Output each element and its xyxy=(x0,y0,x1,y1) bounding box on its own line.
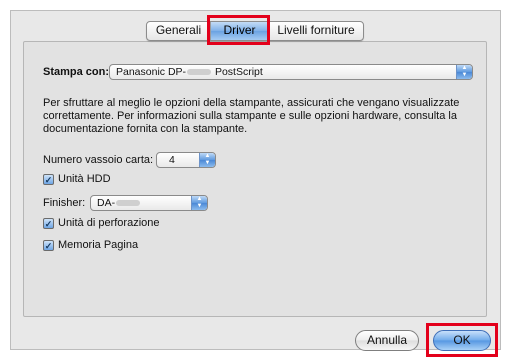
cancel-button[interactable]: Annulla xyxy=(355,330,419,351)
tab-bar: Generali Driver Livelli forniture xyxy=(146,21,364,41)
tab-generali[interactable]: Generali xyxy=(147,22,211,40)
printer-select-value: Panasonic DP- PostScript xyxy=(116,66,263,78)
updown-arrows-icon: ▲ ▼ xyxy=(199,153,215,167)
tab-livelli-forniture[interactable]: Livelli forniture xyxy=(269,22,363,40)
hdd-checkbox[interactable]: ✓ Unità HDD xyxy=(43,172,111,186)
checkmark-icon: ✓ xyxy=(43,239,54,251)
hdd-label: Unità HDD xyxy=(58,173,111,185)
finisher-label: Finisher: xyxy=(43,197,86,209)
checkmark-icon: ✓ xyxy=(43,217,54,229)
punch-unit-label: Unità di perforazione xyxy=(58,217,160,229)
page-memory-checkbox[interactable]: ✓ Memoria Pagina xyxy=(43,238,138,252)
updown-arrows-icon: ▲ ▼ xyxy=(456,65,472,79)
tab-driver[interactable]: Driver xyxy=(211,22,269,40)
tray-select[interactable]: 4 ▲ ▼ xyxy=(156,152,216,168)
printer-label: Stampa con: xyxy=(43,66,110,78)
redacted-model xyxy=(187,69,212,76)
printer-select[interactable]: Panasonic DP- PostScript ▲ ▼ xyxy=(109,64,473,80)
updown-arrows-icon: ▲ ▼ xyxy=(191,196,207,210)
page-memory-label: Memoria Pagina xyxy=(58,239,139,251)
tray-label: Numero vassoio carta: xyxy=(43,154,154,166)
checkmark-icon: ✓ xyxy=(43,173,54,185)
driver-description: Per sfruttare al meglio le opzioni della… xyxy=(43,97,460,135)
tray-select-value: 4 xyxy=(169,154,175,166)
finisher-select-value: DA- xyxy=(97,196,141,210)
redacted-finisher-model xyxy=(116,200,141,207)
ok-button[interactable]: OK xyxy=(433,330,491,351)
finisher-select[interactable]: DA- ▲ ▼ xyxy=(90,195,208,211)
punch-unit-checkbox[interactable]: ✓ Unità di perforazione xyxy=(43,216,160,230)
